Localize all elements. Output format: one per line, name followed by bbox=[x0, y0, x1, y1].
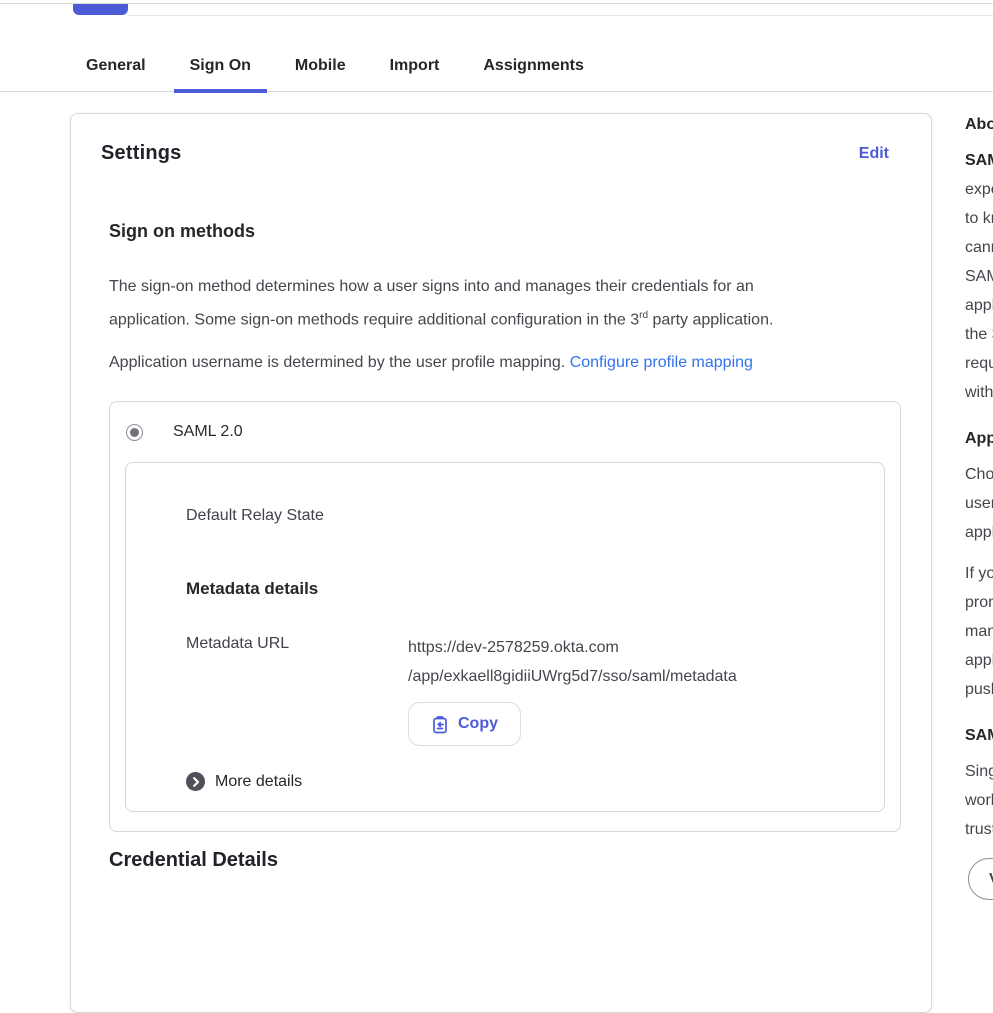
saml-radio-row[interactable]: SAML 2.0 bbox=[110, 402, 900, 462]
about-text-line: to know their credentials. Users bbox=[965, 204, 993, 233]
tab-mobile[interactable]: Mobile bbox=[279, 40, 362, 92]
configure-profile-mapping-link[interactable]: Configure profile mapping bbox=[570, 354, 753, 371]
application-username-text-line: application to users, or bbox=[965, 646, 993, 675]
settings-title: Settings bbox=[101, 142, 182, 165]
application-username-text-line: application to users. bbox=[965, 518, 993, 547]
tab-import[interactable]: Import bbox=[374, 40, 456, 92]
metadata-url-line-1: https://dev-2578259.okta.com bbox=[408, 633, 737, 662]
app-tab-bar: General Sign On Mobile Import Assignment… bbox=[0, 40, 993, 92]
more-details-label: More details bbox=[215, 773, 302, 791]
application-username-heading: Application Username bbox=[965, 430, 993, 448]
top-strip bbox=[0, 0, 993, 16]
about-text-line: with Okta. bbox=[965, 378, 993, 407]
saml-setup-text-line: Single Sign On using SAML will not bbox=[965, 757, 993, 786]
application-username-text-line: prompted to assign an username bbox=[965, 588, 993, 617]
settings-card: Settings Edit Sign on methods The sign-o… bbox=[70, 113, 932, 1013]
saml-radio-label: SAML 2.0 bbox=[173, 423, 243, 441]
saml-setup-heading: SAML Setup bbox=[965, 727, 993, 745]
description-line-1: The sign-on method determines how a user… bbox=[109, 278, 754, 295]
sign-on-methods-section: Sign on methods The sign-on method deter… bbox=[109, 221, 901, 872]
more-details-toggle[interactable]: More details bbox=[186, 772, 854, 791]
view-saml-setup-instructions-button[interactable]: View SAML setup instructions bbox=[968, 858, 993, 900]
saml-radio-selected[interactable] bbox=[126, 424, 143, 441]
saml-setup-text-line: work until you configure the app to bbox=[965, 786, 993, 815]
tab-general[interactable]: General bbox=[70, 40, 162, 92]
application-username-text-line: pushing groups. bbox=[965, 675, 993, 704]
ordinal-superscript: rd bbox=[639, 310, 648, 321]
tab-assignments[interactable]: Assignments bbox=[467, 40, 599, 92]
metadata-url-label: Metadata URL bbox=[186, 633, 408, 746]
saml-details-box: Default Relay State Metadata details Met… bbox=[125, 462, 885, 812]
saml-setup-text-line: trust Okta as an IdP. bbox=[965, 815, 993, 844]
about-text-line: SAML 2.0 streamlines the end user bbox=[965, 146, 993, 175]
top-divider bbox=[0, 3, 993, 4]
metadata-url-line-2: /app/exkaell8gidiiUWrg5d7/sso/saml/metad… bbox=[408, 662, 737, 691]
about-text-line: required to complete the integration bbox=[965, 349, 993, 378]
sign-on-methods-title: Sign on methods bbox=[109, 221, 901, 242]
application-username-text-line: username value when assigning the bbox=[965, 489, 993, 518]
saml-method-box: SAML 2.0 Default Relay State Metadata de… bbox=[109, 401, 901, 832]
default-relay-state-label: Default Relay State bbox=[186, 507, 854, 525]
copy-metadata-url-button[interactable]: Copy bbox=[408, 702, 521, 746]
application-username-text-line: If you select None you will be bbox=[965, 559, 993, 588]
about-text-line: application. Additional configuration in bbox=[965, 291, 993, 320]
settings-card-header: Settings Edit bbox=[101, 142, 901, 165]
application-username-text-line: manually when assigning an bbox=[965, 617, 993, 646]
edit-settings-link[interactable]: Edit bbox=[859, 145, 889, 163]
metadata-details-title: Metadata details bbox=[186, 579, 854, 599]
about-text-line: the 3rd party application may be bbox=[965, 320, 993, 349]
credential-details-title: Credential Details bbox=[109, 849, 901, 872]
chevron-right-circle-icon bbox=[186, 772, 205, 791]
help-sidebar: About SAML 2.0 streamlines the end user … bbox=[965, 116, 993, 900]
about-intro-bold: SAML 2.0 bbox=[965, 152, 993, 169]
sign-on-methods-description: The sign-on method determines how a user… bbox=[109, 272, 901, 334]
description-line-2-end: party application. bbox=[648, 311, 773, 328]
copy-clipboard-icon bbox=[431, 715, 449, 734]
application-username-text-line: Choose a format to use as the default bbox=[965, 460, 993, 489]
username-mapping-text: Application username is determined by th… bbox=[109, 354, 570, 371]
active-nav-indicator[interactable] bbox=[73, 4, 128, 15]
tab-sign-on[interactable]: Sign On bbox=[174, 40, 267, 92]
metadata-url-value-block: https://dev-2578259.okta.com /app/exkael… bbox=[408, 633, 737, 746]
about-text-line: SAML 2.0 is configured for this bbox=[965, 262, 993, 291]
top-sub-divider bbox=[128, 15, 993, 16]
about-text-line: experience by not requiring the user bbox=[965, 175, 993, 204]
description-line-2: application. Some sign-on methods requir… bbox=[109, 311, 639, 328]
about-text-line: cannot edit their credentials when bbox=[965, 233, 993, 262]
copy-button-label: Copy bbox=[458, 715, 498, 733]
about-heading: About bbox=[965, 116, 993, 134]
metadata-url-row: Metadata URL https://dev-2578259.okta.co… bbox=[186, 633, 854, 746]
username-mapping-description: Application username is determined by th… bbox=[109, 348, 901, 377]
